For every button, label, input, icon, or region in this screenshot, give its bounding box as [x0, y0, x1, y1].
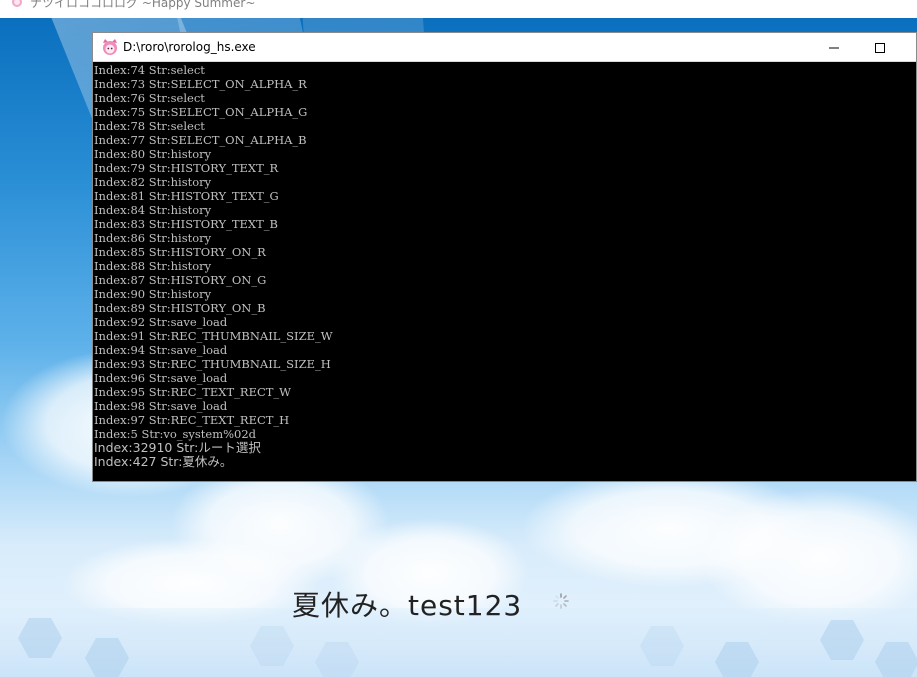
console-log-line: Index:82 Str:history: [94, 175, 212, 189]
console-log-line: Index:97 Str:REC_TEXT_RECT_H: [94, 413, 290, 427]
cloud: [700, 488, 917, 628]
console-window-title: D:\roro\rorolog_hs.exe: [123, 40, 256, 54]
console-log-line: Index:90 Str:history: [94, 287, 212, 301]
console-log-line: Index:78 Str:select: [94, 119, 205, 133]
game-window-titlebar[interactable]: ナツイロココロログ ~Happy Summer~: [0, 0, 917, 18]
hex-tile: [315, 642, 359, 677]
console-log-line: Index:427 Str:夏休み。: [94, 454, 233, 469]
hex-tile: [715, 642, 759, 677]
hex-tile: [820, 620, 864, 660]
hex-tile: [18, 618, 62, 658]
console-log-line: Index:76 Str:select: [94, 91, 205, 105]
maximize-icon: [875, 42, 885, 53]
console-log-line: Index:80 Str:history: [94, 147, 212, 161]
console-log-line: Index:95 Str:REC_TEXT_RECT_W: [94, 385, 292, 399]
console-log-line: Index:92 Str:save_load: [94, 315, 228, 329]
console-log-line: Index:93 Str:REC_THUMBNAIL_SIZE_H: [94, 357, 331, 371]
console-log-line: Index:89 Str:HISTORY_ON_B: [94, 301, 266, 315]
game-app-icon: [12, 0, 22, 7]
console-log-line: Index:86 Str:history: [94, 231, 212, 245]
game-subtitle: 夏休み。test123: [292, 589, 523, 622]
loading-spinner-icon: [553, 593, 569, 609]
console-log-line: Index:75 Str:SELECT_ON_ALPHA_G: [94, 105, 308, 119]
console-log-line: Index:98 Str:save_load: [94, 399, 228, 413]
console-log-line: Index:84 Str:history: [94, 203, 212, 217]
console-log-line: Index:79 Str:HISTORY_TEXT_R: [94, 161, 279, 175]
console-log-line: Index:96 Str:save_load: [94, 371, 228, 385]
console-log-line: Index:77 Str:SELECT_ON_ALPHA_B: [94, 133, 307, 147]
console-log-list: Index:74 Str:select Index:73 Str:SELECT_O…: [93, 63, 916, 469]
console-log-line: Index:73 Str:SELECT_ON_ALPHA_R: [94, 77, 307, 91]
hex-tile: [875, 642, 917, 677]
console-log-line: Index:85 Str:HISTORY_ON_R: [94, 245, 266, 259]
hex-tile: [250, 626, 294, 666]
console-log-line: Index:81 Str:HISTORY_TEXT_G: [94, 189, 279, 203]
minimize-icon: [829, 47, 839, 48]
console-log-line: Index:91 Str:REC_THUMBNAIL_SIZE_W: [94, 329, 333, 343]
console-log-line: Index:32910 Str:ルート選択: [94, 440, 261, 455]
console-output[interactable]: Index:74 Str:select Index:73 Str:SELECT_O…: [93, 63, 916, 481]
console-log-line: Index:87 Str:HISTORY_ON_G: [94, 273, 267, 287]
hex-tile: [640, 626, 684, 666]
game-window-title: ナツイロココロログ ~Happy Summer~: [30, 0, 256, 10]
console-log-line: Index:74 Str:select: [94, 63, 205, 77]
minimize-button[interactable]: [811, 33, 857, 62]
console-window[interactable]: D:\roro\rorolog_hs.exe Index:74 Str:sele…: [92, 32, 917, 482]
console-log-line: Index:94 Str:save_load: [94, 343, 228, 357]
console-log-line: Index:83 Str:HISTORY_TEXT_B: [94, 217, 278, 231]
maximize-button[interactable]: [857, 33, 903, 62]
console-log-line: Index:5 Str:vo_system%02d: [94, 427, 257, 441]
console-log-line: Index:88 Str:history: [94, 259, 212, 273]
hex-tile: [85, 638, 129, 677]
cat-girl-app-icon: [103, 39, 117, 55]
console-titlebar[interactable]: D:\roro\rorolog_hs.exe: [93, 33, 916, 62]
